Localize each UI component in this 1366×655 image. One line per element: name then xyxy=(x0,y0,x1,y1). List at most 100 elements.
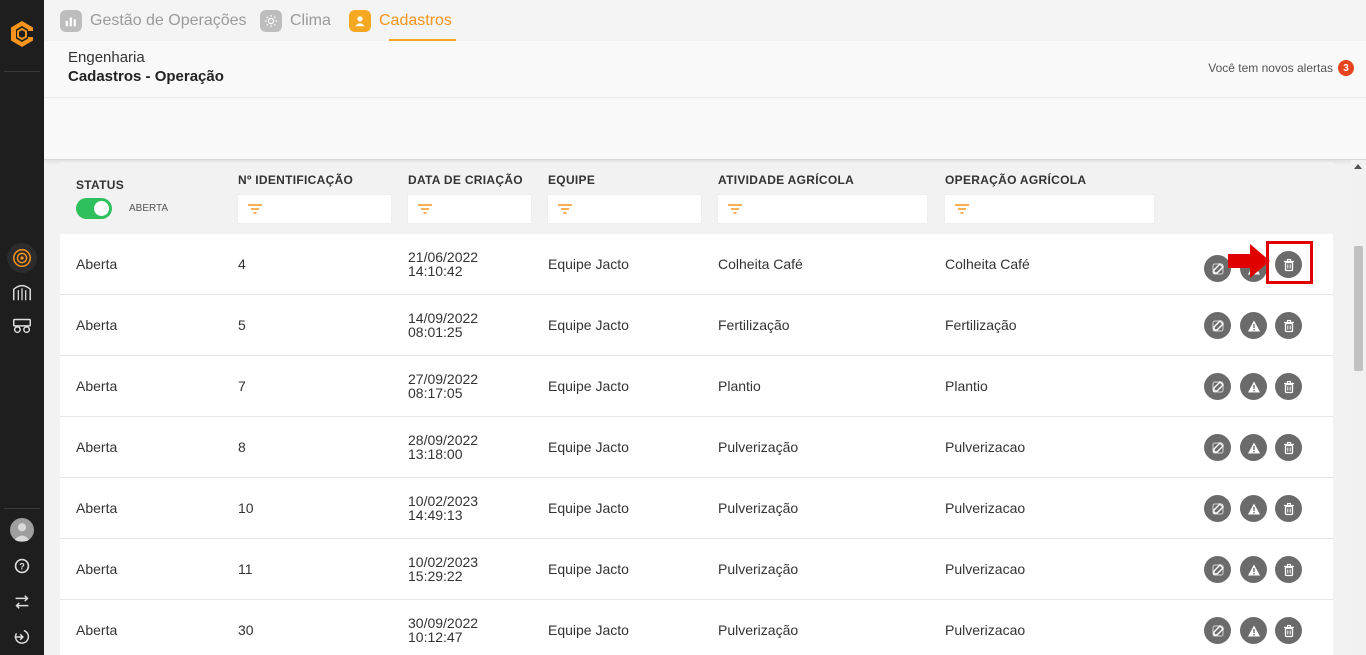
cell-operation: Pulverizacao xyxy=(945,561,1026,577)
cell-date: 28/09/2022 13:18:00 xyxy=(408,417,478,477)
cell-date-time: 08:01:25 xyxy=(408,324,463,340)
edit-button[interactable] xyxy=(1204,434,1231,461)
alert-button[interactable] xyxy=(1240,434,1267,461)
avatar[interactable] xyxy=(10,518,34,542)
scroll-up-arrow-icon[interactable] xyxy=(1354,164,1362,169)
edit-button[interactable] xyxy=(1204,373,1231,400)
delete-button[interactable] xyxy=(1275,495,1302,522)
edit-button[interactable] xyxy=(1204,617,1231,644)
cell-status: Aberta xyxy=(76,256,118,272)
table-row[interactable]: Aberta 30 30/09/2022 10:12:47 Equipe Jacto Pu… xyxy=(60,600,1333,655)
table-row[interactable]: Aberta 7 27/09/2022 08:17:05 Equipe Jacto Pla… xyxy=(60,356,1333,417)
edit-icon xyxy=(1211,502,1225,516)
cell-date: 10/02/2023 15:29:22 xyxy=(408,539,478,599)
trash-icon xyxy=(1282,380,1296,394)
filter-operation-input[interactable] xyxy=(944,194,1155,224)
cell-date-time: 08:17:05 xyxy=(408,385,463,401)
cell-operation: Colheita Café xyxy=(945,256,1030,272)
delete-button[interactable] xyxy=(1275,556,1302,583)
top-nav: Gestão de Operações Clima Cadastros xyxy=(44,0,1366,41)
filter-icon xyxy=(558,204,572,214)
table-row[interactable]: Aberta 11 10/02/2023 15:29:22 Equipe Jacto Pu… xyxy=(60,539,1333,600)
tab-label: Cadastros xyxy=(379,11,452,29)
cell-status: Aberta xyxy=(76,561,118,577)
cell-activity: Pulverização xyxy=(718,439,799,455)
warning-icon xyxy=(1247,319,1261,333)
svg-text:?: ? xyxy=(19,562,25,572)
tab-gestao-operacoes[interactable]: Gestão de Operações xyxy=(60,0,247,41)
cell-date: 27/09/2022 08:17:05 xyxy=(408,356,478,416)
trash-icon xyxy=(1282,502,1296,516)
page-title: Cadastros - Operação xyxy=(68,68,224,85)
cell-date: 30/09/2022 10:12:47 xyxy=(408,600,478,655)
edit-button[interactable] xyxy=(1204,255,1231,282)
filter-icon xyxy=(418,204,432,214)
edit-button[interactable] xyxy=(1204,495,1231,522)
cell-team: Equipe Jacto xyxy=(548,500,629,516)
cell-team: Equipe Jacto xyxy=(548,439,629,455)
filter-activity-input[interactable] xyxy=(717,194,928,224)
edit-button[interactable] xyxy=(1204,312,1231,339)
logo xyxy=(6,18,38,50)
alert-button[interactable] xyxy=(1240,556,1267,583)
silo-icon[interactable] xyxy=(10,280,34,304)
cell-team: Equipe Jacto xyxy=(548,622,629,638)
column-activity: ATIVIDADE AGRÍCOLA xyxy=(718,173,855,187)
status-toggle[interactable] xyxy=(76,198,112,219)
cell-id: 11 xyxy=(238,561,253,577)
swap-icon[interactable] xyxy=(10,590,34,614)
scrollbar[interactable] xyxy=(1351,160,1366,655)
cell-team: Equipe Jacto xyxy=(548,561,629,577)
filter-date-input[interactable] xyxy=(407,194,532,224)
warning-icon xyxy=(1247,563,1261,577)
cell-date-day: 10/02/2023 xyxy=(408,554,479,570)
tab-clima[interactable]: Clima xyxy=(260,0,331,41)
alerts-notification[interactable]: Você tem novos alertas 3 xyxy=(1208,60,1354,76)
cell-status: Aberta xyxy=(76,439,118,455)
edit-icon xyxy=(1211,441,1225,455)
cell-date-day: 30/09/2022 xyxy=(408,615,479,631)
target-icon[interactable] xyxy=(7,243,37,273)
tab-label: Clima xyxy=(290,11,331,29)
cell-operation: Plantio xyxy=(945,378,988,394)
cell-id: 30 xyxy=(238,622,254,638)
delete-button[interactable] xyxy=(1275,373,1302,400)
status-toggle-label: ABERTA xyxy=(129,203,169,214)
machine-icon[interactable] xyxy=(10,313,34,337)
alert-button[interactable] xyxy=(1240,373,1267,400)
edit-button[interactable] xyxy=(1204,556,1231,583)
delete-button[interactable] xyxy=(1275,312,1302,339)
breadcrumb-parent[interactable]: Engenharia xyxy=(68,49,145,66)
column-operation: OPERAÇÃO AGRÍCOLA xyxy=(945,173,1087,187)
filter-id-input[interactable] xyxy=(237,194,392,224)
cell-date-day: 14/09/2022 xyxy=(408,310,479,326)
filter-team-input[interactable] xyxy=(547,194,702,224)
warning-icon xyxy=(1247,502,1261,516)
table-row[interactable]: Aberta 5 14/09/2022 08:01:25 Equipe Jacto Fer… xyxy=(60,295,1333,356)
alerts-badge: 3 xyxy=(1338,60,1354,76)
tab-cadastros[interactable]: Cadastros xyxy=(349,0,456,41)
cell-activity: Fertilização xyxy=(718,317,790,333)
column-status: STATUS xyxy=(76,178,125,192)
delete-button[interactable] xyxy=(1275,617,1302,644)
cell-activity: Pulverização xyxy=(718,500,799,516)
cell-activity: Pulverização xyxy=(718,622,799,638)
edit-icon xyxy=(1211,380,1225,394)
table-row[interactable]: Aberta 10 10/02/2023 14:49:13 Equipe Jacto Pu… xyxy=(60,478,1333,539)
table-row[interactable]: Aberta 4 21/06/2022 14:10:42 Equipe Jacto Col… xyxy=(60,234,1333,295)
table-row[interactable]: Aberta 8 28/09/2022 13:18:00 Equipe Jacto Pul… xyxy=(60,417,1333,478)
alert-button[interactable] xyxy=(1240,495,1267,522)
cell-status: Aberta xyxy=(76,317,118,333)
trash-icon xyxy=(1282,563,1296,577)
scroll-thumb[interactable] xyxy=(1354,246,1363,371)
trash-icon xyxy=(1282,319,1296,333)
alert-button[interactable] xyxy=(1240,617,1267,644)
help-icon[interactable]: ? xyxy=(10,554,34,578)
warning-icon xyxy=(1247,380,1261,394)
warning-icon xyxy=(1247,624,1261,638)
logout-icon[interactable] xyxy=(10,625,34,649)
delete-button[interactable] xyxy=(1275,434,1302,461)
alerts-text: Você tem novos alertas xyxy=(1208,61,1333,75)
cell-date: 21/06/2022 14:10:42 xyxy=(408,234,478,294)
alert-button[interactable] xyxy=(1240,312,1267,339)
